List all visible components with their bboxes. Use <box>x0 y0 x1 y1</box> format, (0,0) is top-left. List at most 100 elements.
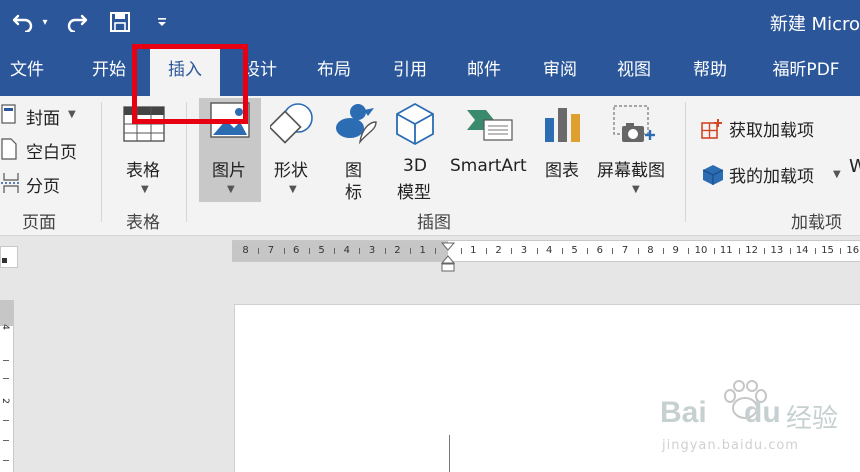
icons-label-line2[interactable]: 标 <box>345 178 362 203</box>
ruler-tick-mark <box>764 248 766 254</box>
shapes-button[interactable]: 形状 <box>274 156 308 181</box>
tab-view[interactable]: 视图 <box>604 44 664 96</box>
ruler-tick-label: 13 <box>770 245 784 256</box>
icons-icon[interactable] <box>334 102 378 152</box>
undo-icon[interactable] <box>8 8 38 36</box>
tab-selector[interactable] <box>0 246 18 268</box>
ruler-tick-label: 3 <box>368 245 376 256</box>
chevron-down-icon[interactable]: ▼ <box>632 184 640 195</box>
screenshot-icon[interactable] <box>612 104 656 148</box>
3d-model-icon[interactable] <box>395 102 435 150</box>
group-label-illustrations: 插图 <box>417 213 451 233</box>
first-line-indent-marker[interactable] <box>440 237 456 256</box>
watermark-cn: 经验 <box>786 404 839 434</box>
shapes-icon[interactable] <box>268 102 316 150</box>
ruler-tick-label: 3 <box>520 245 528 256</box>
undo-dropdown-icon[interactable]: ▾ <box>38 8 52 36</box>
ruler-tick-label: 11 <box>719 245 733 256</box>
screenshot-button[interactable]: 屏幕截图 <box>597 156 665 181</box>
tab-home[interactable]: 开始 <box>80 44 138 96</box>
ruler-tick-label: 4 <box>343 245 350 256</box>
tab-file[interactable]: 文件 <box>0 44 54 96</box>
baidu-jingyan-watermark: Bai du 经验 jingyan.baidu.com <box>660 380 860 470</box>
ruler-tick-label: 2 <box>394 245 401 256</box>
table-button[interactable]: 表格 <box>126 156 160 181</box>
text-cursor <box>449 435 450 472</box>
chart-button[interactable]: 图表 <box>545 156 579 181</box>
tab-help[interactable]: 帮助 <box>680 44 740 96</box>
get-addins-button[interactable]: 获取加载项 <box>729 116 814 141</box>
blank-page-button[interactable]: 空白页 <box>26 138 77 163</box>
page-break-icon <box>0 172 22 198</box>
tab-layout[interactable]: 布局 <box>304 44 364 96</box>
chevron-down-icon[interactable]: ▼ <box>833 169 841 180</box>
ruler-tick-mark <box>435 248 437 254</box>
ruler-tick-label: 6 <box>596 245 603 256</box>
ruler-tick-label: 12 <box>745 245 758 256</box>
3d-model-label-line1[interactable]: 3D <box>403 156 427 176</box>
ribbon: 封面 ▼ 空白页 分页 页面 表格 ▼ 表格 图片 ▼ 形状 ▼ 图 标 3D … <box>0 96 860 236</box>
my-addins-button[interactable]: 我的加载项 <box>729 162 814 187</box>
ruler-tick-mark <box>334 248 336 254</box>
insert-tab-highlight <box>132 44 248 124</box>
tab-review[interactable]: 审阅 <box>530 44 590 96</box>
ruler-tick-mark <box>561 248 563 254</box>
ruler-tick-mark <box>258 248 260 254</box>
chevron-down-icon[interactable]: ▼ <box>289 184 297 195</box>
redo-icon[interactable] <box>62 8 92 36</box>
chevron-down-icon[interactable]: ▼ <box>68 109 76 120</box>
hanging-indent-marker[interactable] <box>440 255 456 277</box>
ruler-tick-mark <box>637 248 639 254</box>
smartart-icon[interactable] <box>466 108 514 146</box>
watermark-url: jingyan.baidu.com <box>662 438 799 453</box>
ruler-tick-label: 7 <box>267 245 275 256</box>
document-title: 新建 Micro <box>769 14 860 35</box>
ruler-tick-mark <box>308 248 310 254</box>
ruler-tick-label: 2 <box>495 245 502 256</box>
wikipedia-partial-label[interactable]: W <box>849 156 860 177</box>
cover-page-icon <box>0 104 18 128</box>
3d-model-label-line2[interactable]: 模型 <box>397 178 431 203</box>
ruler-tick-label: 16 <box>846 245 860 256</box>
ruler-tick-mark <box>536 248 538 254</box>
vertical-ruler-tick: 4 <box>0 324 10 330</box>
group-label-tables: 表格 <box>126 213 160 233</box>
group-label-pages: 页面 <box>22 213 56 233</box>
ruler-tick-mark <box>283 248 285 254</box>
customize-qat-icon[interactable] <box>152 8 172 36</box>
tab-references[interactable]: 引用 <box>380 44 440 96</box>
ruler-tick-label: 6 <box>293 245 300 256</box>
ruler-tick-label: 5 <box>318 245 325 256</box>
vertical-ruler[interactable]: 4 2 <box>0 300 14 472</box>
group-separator <box>101 102 102 222</box>
save-icon[interactable] <box>106 8 134 36</box>
vertical-ruler-tick: 2 <box>0 398 10 404</box>
ruler-tick-mark <box>410 248 412 254</box>
ruler-tick-label: 9 <box>672 245 679 256</box>
chevron-down-icon[interactable]: ▼ <box>141 184 149 195</box>
smartart-button[interactable]: SmartArt <box>450 156 527 176</box>
ruler-tick-label: 5 <box>571 245 578 256</box>
get-addins-icon <box>701 118 723 144</box>
ruler-tick-label: 1 <box>470 245 477 256</box>
ruler-tick-mark <box>713 248 715 254</box>
ruler-tick-mark <box>359 248 361 254</box>
page-break-button[interactable]: 分页 <box>26 172 60 197</box>
ruler-tick-mark <box>384 248 386 254</box>
tab-foxit-pdf[interactable]: 福昕PDF <box>756 44 856 96</box>
title-bar: ▾ 新建 Micro <box>0 0 860 44</box>
ruler-tick-label: 14 <box>795 245 809 256</box>
ruler-tick-label: 8 <box>647 245 654 256</box>
horizontal-ruler[interactable]: 8 7 6 5 4 3 2 1 1 2 3 4 5 6 7 8 9 10 11 12 13 14 15 16 <box>232 237 860 272</box>
ruler-tick-label: 1 <box>419 245 426 256</box>
tab-mailings[interactable]: 邮件 <box>454 44 514 96</box>
ruler-tick-mark <box>511 248 513 254</box>
watermark-brand: Bai <box>660 396 707 429</box>
ruler-tick-mark <box>587 248 589 254</box>
ruler-tick-label: 4 <box>546 245 553 256</box>
chart-icon[interactable] <box>543 104 583 148</box>
watermark-brand-suffix: du <box>744 396 781 429</box>
ruler-tick-mark <box>840 248 842 254</box>
cover-page-button[interactable]: 封面 <box>26 104 60 129</box>
blank-page-icon <box>0 138 18 164</box>
